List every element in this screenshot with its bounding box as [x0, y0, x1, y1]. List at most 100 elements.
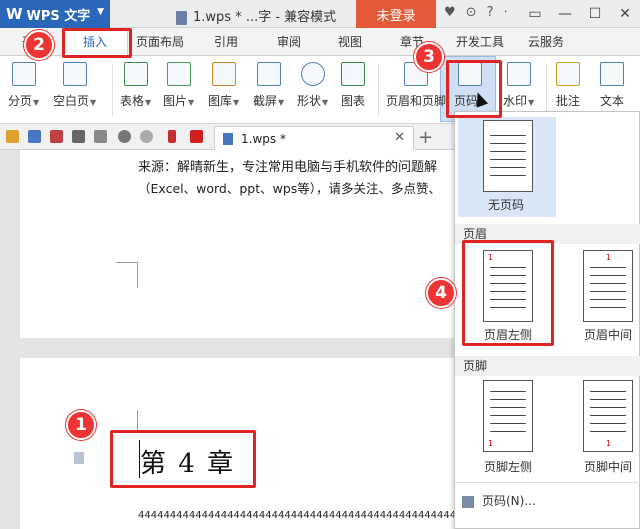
window-controls: ▭ — ☐ ✕: [520, 0, 640, 28]
textbox-icon: [600, 62, 624, 86]
textbox-button[interactable]: 文本: [600, 60, 624, 109]
chevron-down-icon: ▼: [145, 98, 152, 107]
picture-icon: [166, 62, 191, 86]
page-num-marker: 1: [488, 439, 494, 448]
tab-page-layout[interactable]: 页面布局: [136, 28, 184, 56]
chevron-down-icon: ▼: [322, 98, 329, 107]
gallery-button[interactable]: 图库▼: [208, 60, 239, 109]
app-name: WPS 文字: [26, 8, 91, 24]
screenshot-button[interactable]: 截屏▼: [253, 60, 284, 109]
step-badge-3: 3: [414, 42, 444, 72]
doc-line-2: （Excel、word、ppt、wps等），请多关注、多点赞、: [138, 181, 442, 196]
page-break-label: 分页: [8, 94, 33, 108]
more-icon[interactable]: ⋅: [503, 5, 507, 20]
picture-label: 图片: [163, 94, 188, 108]
picture-button[interactable]: 图片▼: [163, 60, 194, 109]
document-title-text: 1.wps * ...字 - 兼容模式: [193, 10, 337, 25]
chart-button[interactable]: 图表: [341, 60, 365, 109]
header-center-option[interactable]: 1: [583, 250, 633, 322]
blank-page-icon: [62, 62, 87, 86]
ribbon-divider: [112, 64, 113, 116]
titlebar-tools: ♥ ⊙ ? ⋅: [444, 5, 508, 20]
table-button[interactable]: 表格▼: [120, 60, 151, 109]
shape-icon: [300, 62, 325, 86]
chevron-down-icon: ▼: [233, 98, 240, 107]
export-pdf-icon[interactable]: [50, 130, 63, 143]
chevron-down-icon: ▼: [90, 98, 97, 107]
undo-icon[interactable]: [118, 130, 131, 143]
blank-page-button[interactable]: 空白页▼: [53, 60, 96, 109]
redo-icon[interactable]: [140, 130, 153, 143]
tab-cloud[interactable]: 云服务: [528, 28, 564, 56]
comment-icon: [556, 62, 580, 86]
ribbon-divider: [378, 64, 379, 116]
minimize-icon[interactable]: —: [550, 0, 580, 28]
chart-label: 图表: [341, 94, 366, 108]
document-tab-name: 1.wps *: [241, 131, 286, 146]
document-tab[interactable]: 1.wps * ✕: [214, 126, 414, 150]
feedback-icon[interactable]: ⊙: [466, 5, 477, 20]
chevron-down-icon: ▼: [528, 98, 535, 107]
page-break-icon: [11, 62, 36, 86]
scissors-icon: [256, 62, 281, 86]
no-number-label: 无页码: [488, 198, 525, 212]
document-icon: [176, 10, 187, 25]
login-button[interactable]: 未登录: [356, 0, 436, 28]
chart-icon: [341, 62, 365, 86]
highlight-chapter: [110, 430, 256, 488]
tab-view[interactable]: 视图: [338, 28, 362, 56]
tab-review[interactable]: 审阅: [277, 28, 301, 56]
header-center-label: 页眉中间: [584, 328, 633, 342]
chevron-down-icon: ▼: [188, 98, 195, 107]
help-icon[interactable]: ?: [487, 5, 494, 20]
page-number-settings-item[interactable]: 页码(N)...: [462, 492, 536, 509]
chevron-down-icon: ▼: [33, 98, 40, 107]
table-label: 表格: [120, 94, 145, 108]
print-preview-icon[interactable]: [94, 130, 107, 143]
no-number-thumbnail: [483, 120, 533, 192]
maximize-icon[interactable]: ☐: [580, 0, 610, 28]
more-tools-icon[interactable]: [168, 130, 176, 143]
step-badge-1: 1: [66, 410, 96, 440]
blank-page-label: 空白页: [53, 94, 90, 108]
watermark-icon: [506, 62, 531, 86]
title-bar: W WPS 文字 ▼ 1.wps * ...字 - 兼容模式 未登录 ♥ ⊙ ?…: [0, 0, 640, 28]
header-footer-label: 页眉和页脚: [386, 94, 447, 108]
textbox-label: 文本: [600, 94, 625, 108]
step-badge-2: 2: [24, 30, 54, 60]
document-title: 1.wps * ...字 - 兼容模式: [176, 6, 336, 25]
app-menu-button[interactable]: W WPS 文字 ▼: [0, 0, 110, 28]
table-icon: [123, 62, 148, 86]
gallery-label: 图库: [208, 94, 233, 108]
new-tab-icon[interactable]: +: [418, 127, 433, 148]
save-icon[interactable]: [28, 130, 41, 143]
close-icon[interactable]: ✕: [610, 0, 640, 28]
doc-line-fours: 4444444444444444444444444444444444444444…: [138, 510, 460, 521]
highlight-header-left: [462, 240, 554, 346]
tab-developer[interactable]: 开发工具: [456, 28, 504, 56]
page-num-marker: 1: [606, 439, 612, 448]
page-break-button[interactable]: 分页▼: [8, 60, 39, 109]
print-icon[interactable]: [72, 130, 85, 143]
caret-down-icon: ▼: [97, 7, 104, 17]
close-tab-icon[interactable]: ✕: [394, 130, 405, 145]
footer-center-label: 页脚中间: [584, 460, 633, 474]
open-icon[interactable]: [6, 130, 19, 143]
footer-left-option[interactable]: 1: [483, 380, 533, 452]
shape-button[interactable]: 形状▼: [297, 60, 328, 109]
tab-references[interactable]: 引用: [214, 28, 238, 56]
watermark-button[interactable]: 水印▼: [503, 60, 534, 109]
watermark-label: 水印: [503, 94, 528, 108]
margin-corner-mark: [116, 262, 138, 288]
doc-line-1: 来源：解晴新生，专注常用电脑与手机软件的问题解: [138, 160, 438, 175]
highlight-page-number-button: [446, 60, 502, 118]
wps-docs-icon[interactable]: [190, 130, 203, 143]
restore-ribbon-icon[interactable]: ▭: [520, 0, 550, 28]
footer-center-option[interactable]: 1: [583, 380, 633, 452]
page-number-settings-icon: [462, 495, 474, 508]
paragraph-icon[interactable]: [74, 452, 84, 464]
screenshot-label: 截屏: [253, 94, 278, 108]
skin-icon[interactable]: ♥: [444, 5, 456, 20]
comment-button[interactable]: 批注: [556, 60, 580, 109]
comment-label: 批注: [556, 94, 581, 108]
